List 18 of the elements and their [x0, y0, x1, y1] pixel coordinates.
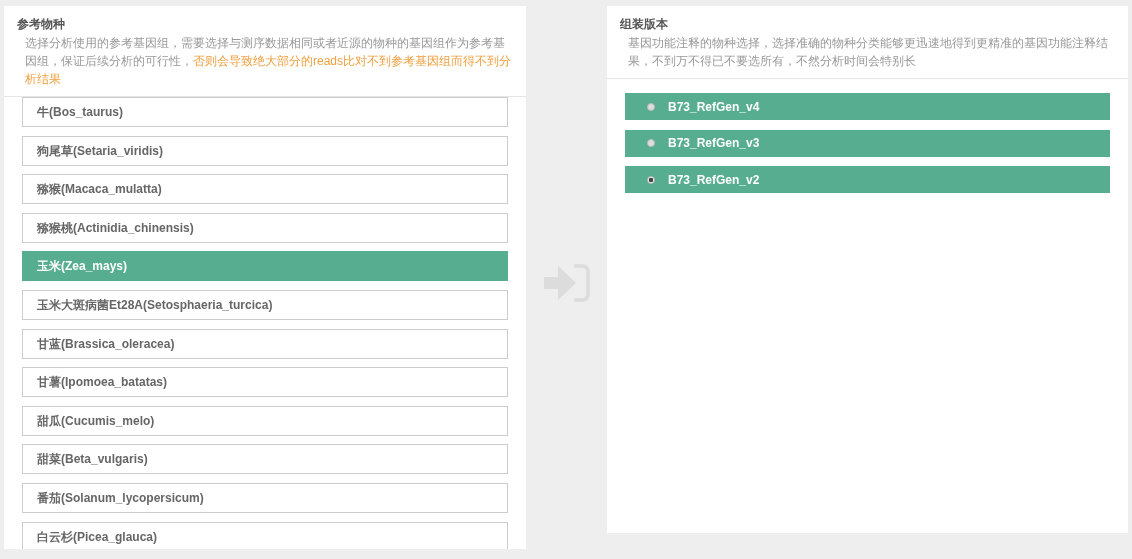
species-option[interactable]: 甜瓜(Cucumis_melo) — [22, 405, 508, 436]
species-option[interactable]: 狗尾草(Setaria_viridis) — [22, 135, 508, 166]
species-option[interactable]: 玉米大斑病菌Et28A(Setosphaeria_turcica) — [22, 289, 508, 320]
panel-description: 基因功能注释的物种选择，选择准确的物种分类能够更迅速地得到更精准的基因功能注释结果，不到万不得已不要选所有，不然分析时间会特别长 — [628, 35, 1109, 70]
radio-button[interactable] — [647, 175, 655, 184]
species-option[interactable]: 甘蓝(Brassica_oleracea) — [22, 328, 508, 359]
panel-title: 组装版本 — [620, 16, 669, 32]
species-option[interactable]: 猕猴(Macaca_mulatta) — [22, 174, 508, 205]
radio-button[interactable] — [647, 139, 655, 147]
panel-title: 参考物种 — [17, 16, 66, 32]
species-option[interactable]: 猕猴桃(Actinidia_chinensis) — [22, 212, 508, 243]
species-option[interactable]: 番茄(Solanum_lycopersicum) — [22, 482, 508, 513]
species-option[interactable]: 牛(Bos_taurus) — [22, 97, 508, 127]
radio-button[interactable] — [647, 102, 655, 111]
species-option[interactable]: 白云杉(Picea_glauca) — [22, 521, 508, 549]
species-option[interactable]: 甜菜(Beta_vulgaris) — [22, 444, 508, 475]
panel-description: 选择分析使用的参考基因组，需要选择与测序数据相同或者近源的物种的基因组作为参考基因组，保证后续分析的可行性，否则会导致绝大部分的reads比对不到参考基因组而得不到分析结果 — [25, 35, 513, 88]
species-option[interactable]: 甘薯(Ipomoea_batatas) — [22, 367, 508, 398]
